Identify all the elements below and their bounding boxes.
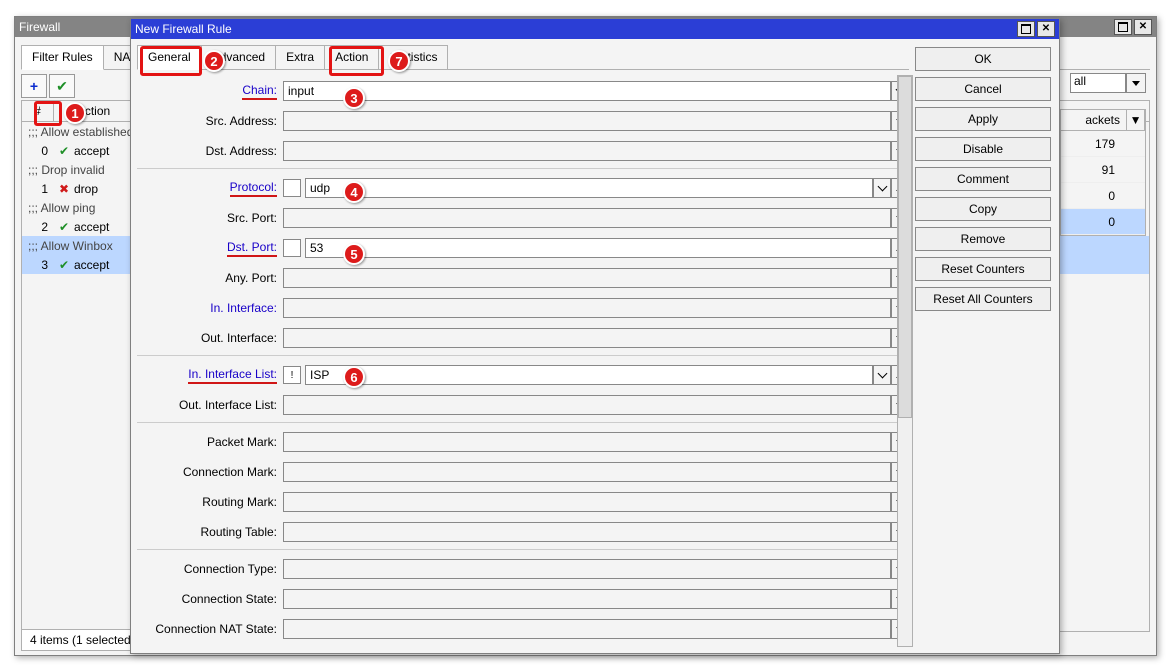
disable-button[interactable]: Disable — [915, 137, 1051, 161]
connection-nat-state-input[interactable] — [283, 619, 891, 639]
chain-input[interactable]: input — [283, 81, 891, 101]
tab-action[interactable]: Action — [324, 45, 379, 69]
callout-badge-2: 2 — [203, 50, 225, 72]
in-interface-list-negate-checkbox[interactable]: ! — [283, 366, 301, 384]
protocol-input[interactable]: udp — [305, 178, 873, 198]
protocol-negate-checkbox[interactable] — [283, 179, 301, 197]
remove-button[interactable]: Remove — [915, 227, 1051, 251]
new-rule-close-button[interactable] — [1037, 21, 1055, 37]
firewall-close-button[interactable] — [1134, 19, 1152, 35]
callout-badge-6: 6 — [343, 366, 365, 388]
routing-table-label: Routing Table: — [137, 525, 283, 539]
tab-extra[interactable]: Extra — [275, 45, 325, 69]
callout-badge-4: 4 — [343, 181, 365, 203]
connection-type-input[interactable] — [283, 559, 891, 579]
drop-icon: ✖ — [54, 182, 74, 196]
packet-mark-input[interactable] — [283, 432, 891, 452]
in-interface-list-dropdown-button[interactable] — [873, 365, 891, 385]
form-scrollbar[interactable] — [897, 75, 913, 647]
ok-button[interactable]: OK — [915, 47, 1051, 71]
in-interface-label: In. Interface: — [210, 301, 277, 315]
reset-all-counters-button[interactable]: Reset All Counters — [915, 287, 1051, 311]
connection-mark-input[interactable] — [283, 462, 891, 482]
connection-state-input[interactable] — [283, 589, 891, 609]
routing-mark-input[interactable] — [283, 492, 891, 512]
tab-general[interactable]: General — [137, 45, 202, 70]
comment-button[interactable]: Comment — [915, 167, 1051, 191]
in-interface-list-input[interactable]: ISP — [305, 365, 873, 385]
accept-icon: ✔ — [54, 258, 74, 272]
callout-badge-1: 1 — [64, 102, 86, 124]
connection-state-label: Connection State: — [137, 592, 283, 606]
dst-port-negate-checkbox[interactable] — [283, 239, 301, 257]
tab-filter-rules[interactable]: Filter Rules — [21, 45, 104, 70]
callout-badge-5: 5 — [343, 243, 365, 265]
packet-mark-label: Packet Mark: — [137, 435, 283, 449]
src-address-input[interactable] — [283, 111, 891, 131]
firewall-title: Firewall — [19, 20, 60, 34]
filter-input[interactable]: all — [1070, 73, 1126, 93]
in-interface-input[interactable] — [283, 298, 891, 318]
connection-nat-state-label: Connection NAT State: — [137, 622, 283, 636]
packet-count: 179 — [1061, 137, 1127, 151]
right-panel: all ackets ▼ 179 91 0 0 — [1060, 73, 1146, 236]
out-interface-label: Out. Interface: — [137, 331, 283, 345]
dst-port-input[interactable]: 53 — [305, 238, 891, 258]
src-port-label: Src. Port: — [137, 211, 283, 225]
routing-mark-label: Routing Mark: — [137, 495, 283, 509]
connection-type-label: Connection Type: — [137, 562, 283, 576]
col-num[interactable]: # — [22, 101, 54, 121]
protocol-label: Protocol: — [230, 180, 277, 197]
dst-address-label: Dst. Address: — [137, 144, 283, 158]
src-address-label: Src. Address: — [137, 114, 283, 128]
col-packets[interactable]: ackets — [1061, 110, 1127, 130]
connection-mark-label: Connection Mark: — [137, 465, 283, 479]
apply-button[interactable]: Apply — [915, 107, 1051, 131]
rule-tabs: General Advanced Extra Action Statistics — [137, 43, 909, 70]
dialog-buttons: OK Cancel Apply Disable Comment Copy Rem… — [915, 39, 1059, 653]
col-more[interactable]: ▼ — [1127, 110, 1145, 130]
out-interface-list-input[interactable] — [283, 395, 891, 415]
packet-count: 0 — [1061, 189, 1127, 203]
filter-dropdown-button[interactable] — [1126, 73, 1146, 93]
enable-rule-button[interactable]: ✔ — [49, 74, 75, 98]
in-interface-list-label: In. Interface List: — [188, 367, 277, 384]
packet-count: 91 — [1061, 163, 1127, 177]
packet-count: 0 — [1061, 215, 1127, 229]
callout-badge-3: 3 — [343, 87, 365, 109]
firewall-maximize-button[interactable] — [1114, 19, 1132, 35]
accept-icon: ✔ — [54, 220, 74, 234]
dst-address-input[interactable] — [283, 141, 891, 161]
any-port-label: Any. Port: — [137, 271, 283, 285]
new-rule-maximize-button[interactable] — [1017, 21, 1035, 37]
protocol-dropdown-button[interactable] — [873, 178, 891, 198]
add-rule-button[interactable]: + — [21, 74, 47, 98]
src-port-input[interactable] — [283, 208, 891, 228]
copy-button[interactable]: Copy — [915, 197, 1051, 221]
new-rule-title: New Firewall Rule — [135, 22, 232, 36]
accept-icon: ✔ — [54, 144, 74, 158]
routing-table-input[interactable] — [283, 522, 891, 542]
new-rule-titlebar[interactable]: New Firewall Rule — [131, 19, 1059, 39]
out-interface-input[interactable] — [283, 328, 891, 348]
reset-counters-button[interactable]: Reset Counters — [915, 257, 1051, 281]
new-rule-window: New Firewall Rule General Advanced Extra… — [130, 18, 1060, 654]
callout-badge-7: 7 — [388, 50, 410, 72]
chain-label: Chain: — [242, 83, 277, 100]
dst-port-label: Dst. Port: — [227, 240, 277, 257]
cancel-button[interactable]: Cancel — [915, 77, 1051, 101]
out-interface-list-label: Out. Interface List: — [137, 398, 283, 412]
any-port-input[interactable] — [283, 268, 891, 288]
